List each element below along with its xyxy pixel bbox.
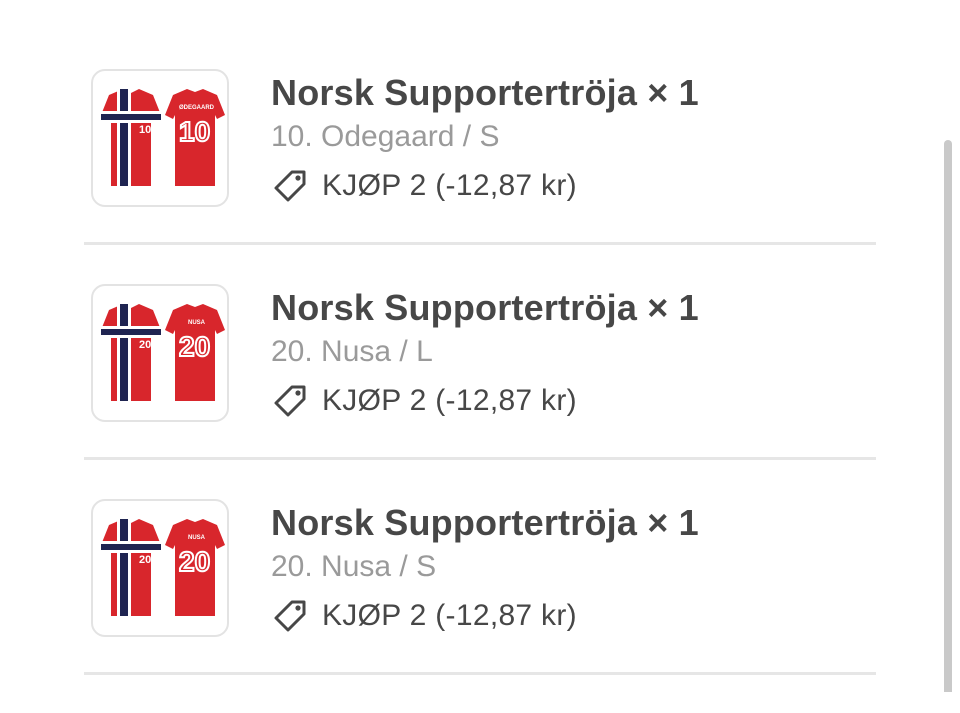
cart-item[interactable]: 20 NUSA 20 Norsk Supportertröja × 1 20. … <box>84 498 876 713</box>
discount-row: KJØP 2 (-12,87 kr) <box>271 166 577 206</box>
product-thumbnail[interactable]: 20 NUSA 20 <box>91 499 229 637</box>
divider <box>84 672 876 675</box>
vertical-scrollbar[interactable] <box>944 140 952 692</box>
front-number: 20 <box>139 554 151 566</box>
product-title[interactable]: Norsk Supportertröja × 1 <box>271 502 699 544</box>
jersey-back-image: ØDEGAARD 10 <box>165 89 225 186</box>
back-number: 10 <box>179 116 210 147</box>
cart-item-list: 10 ØDEGAARD 10 Norsk Supportertröja × 1 … <box>84 68 876 713</box>
jersey-front-image: 20 <box>101 304 161 401</box>
discount-label: KJØP 2 (-12,87 kr) <box>322 169 577 202</box>
divider <box>84 242 876 245</box>
jersey-back-image: NUSA 20 <box>165 304 225 401</box>
back-name: NUSA <box>188 320 206 326</box>
back-name: NUSA <box>188 535 206 541</box>
product-title[interactable]: Norsk Supportertröja × 1 <box>271 72 699 114</box>
jersey-back-image: NUSA 20 <box>165 519 225 616</box>
jersey-front-image: 10 <box>101 89 161 186</box>
product-thumbnail[interactable]: 10 ØDEGAARD 10 <box>91 69 229 207</box>
discount-row: KJØP 2 (-12,87 kr) <box>271 596 577 636</box>
product-variant: 20. Nusa / S <box>271 550 437 583</box>
front-number: 10 <box>139 124 151 136</box>
product-variant: 20. Nusa / L <box>271 335 433 368</box>
product-thumbnail[interactable]: 20 NUSA 20 <box>91 284 229 422</box>
discount-row: KJØP 2 (-12,87 kr) <box>271 381 577 421</box>
cart-item[interactable]: 10 ØDEGAARD 10 Norsk Supportertröja × 1 … <box>84 68 876 283</box>
product-title[interactable]: Norsk Supportertröja × 1 <box>271 287 699 329</box>
back-number: 20 <box>179 331 210 362</box>
cart-item[interactable]: 20 NUSA 20 Norsk Supportertröja × 1 20. … <box>84 283 876 498</box>
divider <box>84 457 876 460</box>
discount-label: KJØP 2 (-12,87 kr) <box>322 384 577 417</box>
front-number: 20 <box>139 339 151 351</box>
jersey-front-image: 20 <box>101 519 161 616</box>
price-tag-icon <box>274 170 306 202</box>
price-tag-icon <box>274 600 306 632</box>
product-variant: 10. Odegaard / S <box>271 120 500 153</box>
back-name: ØDEGAARD <box>179 105 215 111</box>
discount-label: KJØP 2 (-12,87 kr) <box>322 599 577 632</box>
back-number: 20 <box>179 546 210 577</box>
price-tag-icon <box>274 385 306 417</box>
